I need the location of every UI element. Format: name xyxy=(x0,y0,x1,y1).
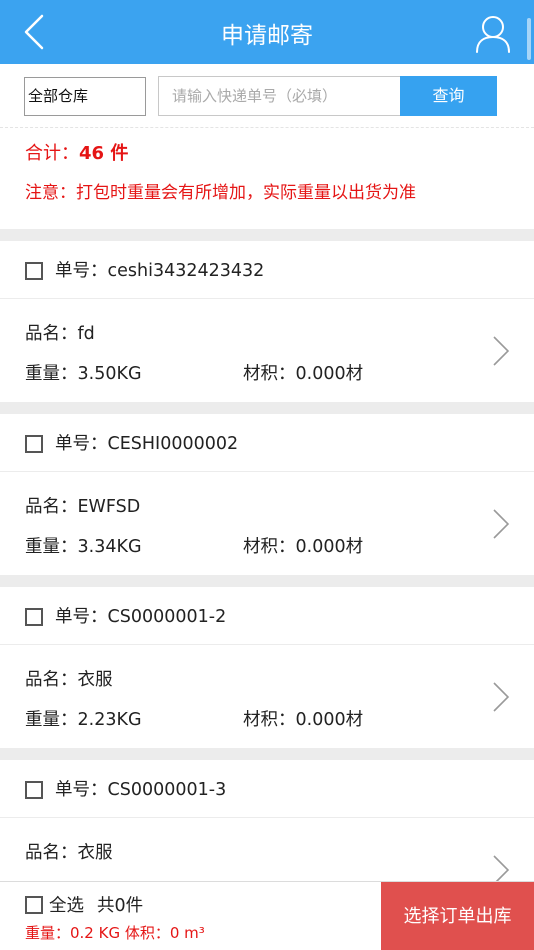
item-volume: 材积：0.000材 xyxy=(243,537,364,557)
order-number: 单号：CESHI0000002 xyxy=(55,434,239,454)
order-checkbox[interactable] xyxy=(25,608,43,626)
item-weight: 重量：3.34KG xyxy=(25,537,142,557)
selected-totals: 重量：0.2 KG 体积：0 m³ xyxy=(25,924,205,942)
select-orders-ship-button[interactable]: 选择订单出库 xyxy=(381,882,534,950)
chevron-right-icon[interactable] xyxy=(489,680,511,714)
total-count: 合计：46 件 xyxy=(25,139,128,165)
query-button[interactable]: 查询 xyxy=(400,76,497,116)
order-checkbox[interactable] xyxy=(25,781,43,799)
selected-count: 共0件 xyxy=(97,896,144,916)
item-name: 品名：衣服 xyxy=(25,843,113,863)
tracking-number-input[interactable]: 请输入快递单号（必填） xyxy=(158,76,401,116)
user-profile-icon[interactable] xyxy=(474,14,512,54)
item-volume: 材积：0.000材 xyxy=(243,710,364,730)
order-number: 单号：CS0000001-3 xyxy=(55,780,227,800)
select-all-checkbox[interactable] xyxy=(25,896,43,914)
summary-panel: 合计：46 件 注意：打包时重量会有所增加，实际重量以出货为准 xyxy=(0,128,534,229)
total-value: 46 件 xyxy=(79,143,129,164)
warehouse-select[interactable]: 全部仓库 xyxy=(24,77,146,116)
item-name: 品名：EWFSD xyxy=(25,497,141,517)
select-all-label[interactable]: 全选 xyxy=(49,892,84,917)
chevron-right-icon[interactable] xyxy=(489,507,511,541)
app-header: 申请邮寄 xyxy=(0,0,534,64)
scrollbar[interactable] xyxy=(527,18,531,60)
chevron-right-icon[interactable] xyxy=(489,334,511,368)
total-label: 合计： xyxy=(25,143,79,164)
order-row: 单号：CS0000001-2 xyxy=(0,587,534,645)
order-list: 单号：ceshi3432423432 品名：fd 重量：3.50KG 材积：0.… xyxy=(0,229,534,921)
search-bar: 全部仓库 请输入快递单号（必填） 查询 xyxy=(0,64,534,128)
order-row: 单号：CS0000001-3 xyxy=(0,760,534,818)
item-name: 品名：fd xyxy=(25,324,95,344)
item-name: 品名：衣服 xyxy=(25,670,113,690)
page-title: 申请邮寄 xyxy=(221,23,313,49)
item-volume: 材积：0.000材 xyxy=(243,364,364,384)
order-card[interactable]: 单号：ceshi3432423432 品名：fd 重量：3.50KG 材积：0.… xyxy=(0,229,534,402)
order-card[interactable]: 单号：CESHI0000002 品名：EWFSD 重量：3.34KG 材积：0.… xyxy=(0,402,534,575)
weight-notice: 注意：打包时重量会有所增加，实际重量以出货为准 xyxy=(25,183,416,203)
order-checkbox[interactable] xyxy=(25,262,43,280)
order-checkbox[interactable] xyxy=(25,435,43,453)
order-card[interactable]: 单号：CS0000001-2 品名：衣服 重量：2.23KG 材积：0.000材 xyxy=(0,575,534,748)
order-row: 单号：ceshi3432423432 xyxy=(0,241,534,299)
item-weight: 重量：2.23KG xyxy=(25,710,142,730)
order-row: 单号：CESHI0000002 xyxy=(0,414,534,472)
order-number: 单号：ceshi3432423432 xyxy=(55,261,265,281)
item-weight: 重量：3.50KG xyxy=(25,364,142,384)
bottom-action-bar: 全选 共0件 重量：0.2 KG 体积：0 m³ 选择订单出库 xyxy=(0,881,534,950)
order-number: 单号：CS0000001-2 xyxy=(55,607,227,627)
